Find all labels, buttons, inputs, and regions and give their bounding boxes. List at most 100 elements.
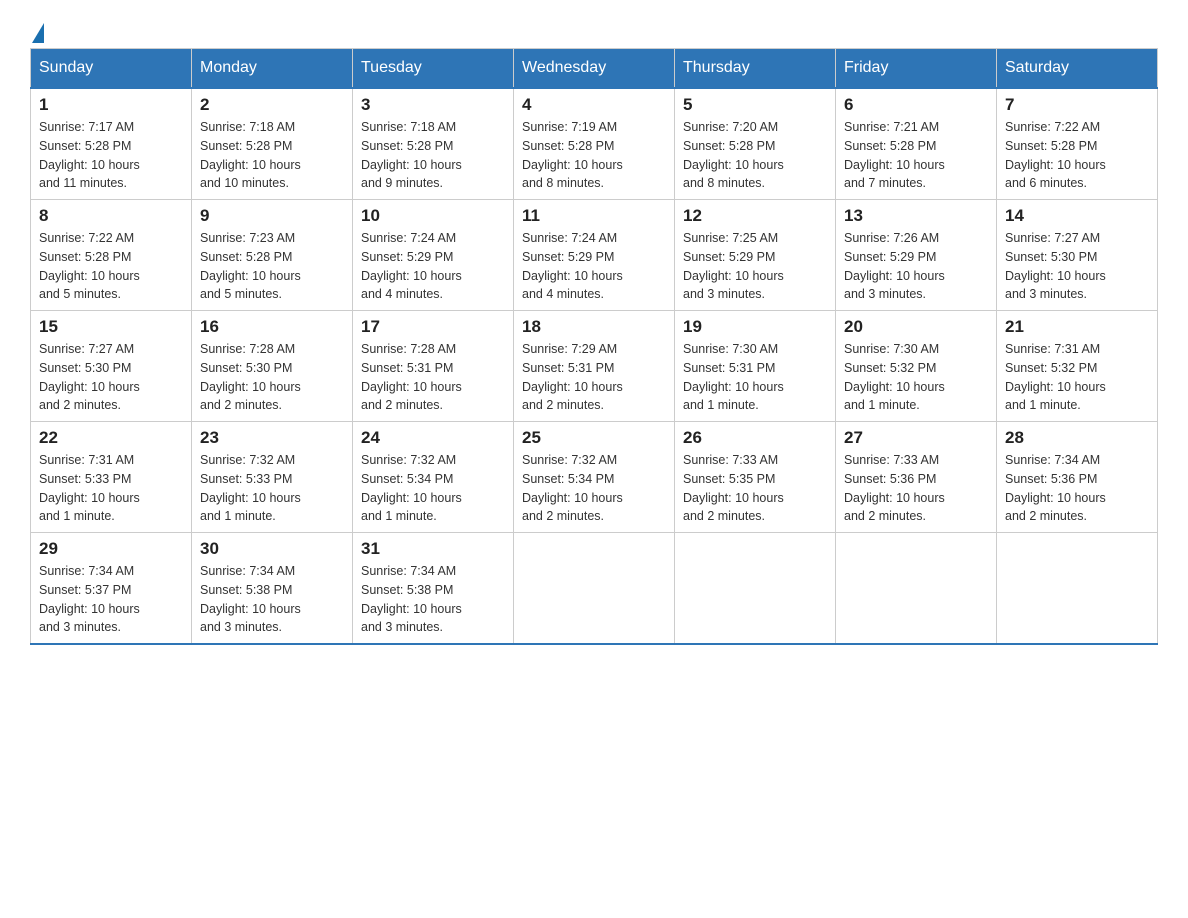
col-header-saturday: Saturday <box>997 49 1158 89</box>
day-info: Sunrise: 7:33 AMSunset: 5:35 PMDaylight:… <box>683 451 827 526</box>
day-number: 22 <box>39 428 183 448</box>
calendar-cell: 26 Sunrise: 7:33 AMSunset: 5:35 PMDaylig… <box>675 422 836 533</box>
calendar-cell: 4 Sunrise: 7:19 AMSunset: 5:28 PMDayligh… <box>514 88 675 200</box>
calendar-cell <box>514 533 675 645</box>
calendar-table: SundayMondayTuesdayWednesdayThursdayFrid… <box>30 48 1158 645</box>
day-info: Sunrise: 7:33 AMSunset: 5:36 PMDaylight:… <box>844 451 988 526</box>
day-info: Sunrise: 7:23 AMSunset: 5:28 PMDaylight:… <box>200 229 344 304</box>
calendar-cell: 7 Sunrise: 7:22 AMSunset: 5:28 PMDayligh… <box>997 88 1158 200</box>
week-row-4: 22 Sunrise: 7:31 AMSunset: 5:33 PMDaylig… <box>31 422 1158 533</box>
day-info: Sunrise: 7:25 AMSunset: 5:29 PMDaylight:… <box>683 229 827 304</box>
calendar-cell <box>675 533 836 645</box>
calendar-cell: 5 Sunrise: 7:20 AMSunset: 5:28 PMDayligh… <box>675 88 836 200</box>
day-info: Sunrise: 7:17 AMSunset: 5:28 PMDaylight:… <box>39 118 183 193</box>
day-number: 12 <box>683 206 827 226</box>
day-number: 27 <box>844 428 988 448</box>
calendar-cell: 15 Sunrise: 7:27 AMSunset: 5:30 PMDaylig… <box>31 311 192 422</box>
logo-triangle-icon <box>32 23 44 43</box>
day-info: Sunrise: 7:20 AMSunset: 5:28 PMDaylight:… <box>683 118 827 193</box>
calendar-cell: 10 Sunrise: 7:24 AMSunset: 5:29 PMDaylig… <box>353 200 514 311</box>
calendar-cell: 30 Sunrise: 7:34 AMSunset: 5:38 PMDaylig… <box>192 533 353 645</box>
calendar-cell: 11 Sunrise: 7:24 AMSunset: 5:29 PMDaylig… <box>514 200 675 311</box>
week-row-2: 8 Sunrise: 7:22 AMSunset: 5:28 PMDayligh… <box>31 200 1158 311</box>
day-info: Sunrise: 7:22 AMSunset: 5:28 PMDaylight:… <box>39 229 183 304</box>
calendar-cell: 23 Sunrise: 7:32 AMSunset: 5:33 PMDaylig… <box>192 422 353 533</box>
day-info: Sunrise: 7:32 AMSunset: 5:34 PMDaylight:… <box>361 451 505 526</box>
day-number: 20 <box>844 317 988 337</box>
calendar-cell: 25 Sunrise: 7:32 AMSunset: 5:34 PMDaylig… <box>514 422 675 533</box>
day-number: 11 <box>522 206 666 226</box>
day-number: 19 <box>683 317 827 337</box>
day-number: 10 <box>361 206 505 226</box>
day-info: Sunrise: 7:32 AMSunset: 5:33 PMDaylight:… <box>200 451 344 526</box>
day-number: 15 <box>39 317 183 337</box>
calendar-cell: 19 Sunrise: 7:30 AMSunset: 5:31 PMDaylig… <box>675 311 836 422</box>
col-header-friday: Friday <box>836 49 997 89</box>
calendar-cell: 13 Sunrise: 7:26 AMSunset: 5:29 PMDaylig… <box>836 200 997 311</box>
week-row-5: 29 Sunrise: 7:34 AMSunset: 5:37 PMDaylig… <box>31 533 1158 645</box>
calendar-cell: 31 Sunrise: 7:34 AMSunset: 5:38 PMDaylig… <box>353 533 514 645</box>
day-info: Sunrise: 7:34 AMSunset: 5:36 PMDaylight:… <box>1005 451 1149 526</box>
calendar-cell: 16 Sunrise: 7:28 AMSunset: 5:30 PMDaylig… <box>192 311 353 422</box>
day-info: Sunrise: 7:31 AMSunset: 5:32 PMDaylight:… <box>1005 340 1149 415</box>
week-row-3: 15 Sunrise: 7:27 AMSunset: 5:30 PMDaylig… <box>31 311 1158 422</box>
day-number: 17 <box>361 317 505 337</box>
day-info: Sunrise: 7:30 AMSunset: 5:31 PMDaylight:… <box>683 340 827 415</box>
day-info: Sunrise: 7:28 AMSunset: 5:31 PMDaylight:… <box>361 340 505 415</box>
day-info: Sunrise: 7:27 AMSunset: 5:30 PMDaylight:… <box>1005 229 1149 304</box>
logo-text <box>30 20 46 46</box>
calendar-cell: 27 Sunrise: 7:33 AMSunset: 5:36 PMDaylig… <box>836 422 997 533</box>
col-header-monday: Monday <box>192 49 353 89</box>
day-number: 13 <box>844 206 988 226</box>
day-number: 26 <box>683 428 827 448</box>
day-info: Sunrise: 7:18 AMSunset: 5:28 PMDaylight:… <box>200 118 344 193</box>
calendar-cell: 24 Sunrise: 7:32 AMSunset: 5:34 PMDaylig… <box>353 422 514 533</box>
week-row-1: 1 Sunrise: 7:17 AMSunset: 5:28 PMDayligh… <box>31 88 1158 200</box>
day-info: Sunrise: 7:32 AMSunset: 5:34 PMDaylight:… <box>522 451 666 526</box>
day-info: Sunrise: 7:22 AMSunset: 5:28 PMDaylight:… <box>1005 118 1149 193</box>
calendar-cell <box>836 533 997 645</box>
logo <box>30 20 46 38</box>
day-number: 29 <box>39 539 183 559</box>
day-number: 25 <box>522 428 666 448</box>
day-info: Sunrise: 7:34 AMSunset: 5:38 PMDaylight:… <box>200 562 344 637</box>
day-number: 23 <box>200 428 344 448</box>
day-number: 3 <box>361 95 505 115</box>
day-number: 1 <box>39 95 183 115</box>
calendar-cell: 20 Sunrise: 7:30 AMSunset: 5:32 PMDaylig… <box>836 311 997 422</box>
day-number: 5 <box>683 95 827 115</box>
col-header-thursday: Thursday <box>675 49 836 89</box>
day-number: 28 <box>1005 428 1149 448</box>
day-info: Sunrise: 7:24 AMSunset: 5:29 PMDaylight:… <box>522 229 666 304</box>
day-info: Sunrise: 7:19 AMSunset: 5:28 PMDaylight:… <box>522 118 666 193</box>
day-number: 30 <box>200 539 344 559</box>
calendar-cell: 14 Sunrise: 7:27 AMSunset: 5:30 PMDaylig… <box>997 200 1158 311</box>
day-number: 2 <box>200 95 344 115</box>
calendar-cell: 18 Sunrise: 7:29 AMSunset: 5:31 PMDaylig… <box>514 311 675 422</box>
day-number: 9 <box>200 206 344 226</box>
calendar-cell: 1 Sunrise: 7:17 AMSunset: 5:28 PMDayligh… <box>31 88 192 200</box>
col-header-wednesday: Wednesday <box>514 49 675 89</box>
day-info: Sunrise: 7:26 AMSunset: 5:29 PMDaylight:… <box>844 229 988 304</box>
day-number: 8 <box>39 206 183 226</box>
day-info: Sunrise: 7:27 AMSunset: 5:30 PMDaylight:… <box>39 340 183 415</box>
day-number: 16 <box>200 317 344 337</box>
day-number: 18 <box>522 317 666 337</box>
calendar-cell <box>997 533 1158 645</box>
calendar-cell: 28 Sunrise: 7:34 AMSunset: 5:36 PMDaylig… <box>997 422 1158 533</box>
calendar-cell: 9 Sunrise: 7:23 AMSunset: 5:28 PMDayligh… <box>192 200 353 311</box>
day-info: Sunrise: 7:21 AMSunset: 5:28 PMDaylight:… <box>844 118 988 193</box>
page-header <box>30 20 1158 38</box>
day-number: 21 <box>1005 317 1149 337</box>
col-header-sunday: Sunday <box>31 49 192 89</box>
day-number: 14 <box>1005 206 1149 226</box>
day-info: Sunrise: 7:18 AMSunset: 5:28 PMDaylight:… <box>361 118 505 193</box>
calendar-cell: 12 Sunrise: 7:25 AMSunset: 5:29 PMDaylig… <box>675 200 836 311</box>
day-info: Sunrise: 7:28 AMSunset: 5:30 PMDaylight:… <box>200 340 344 415</box>
day-info: Sunrise: 7:31 AMSunset: 5:33 PMDaylight:… <box>39 451 183 526</box>
day-number: 31 <box>361 539 505 559</box>
calendar-cell: 29 Sunrise: 7:34 AMSunset: 5:37 PMDaylig… <box>31 533 192 645</box>
calendar-cell: 6 Sunrise: 7:21 AMSunset: 5:28 PMDayligh… <box>836 88 997 200</box>
calendar-cell: 22 Sunrise: 7:31 AMSunset: 5:33 PMDaylig… <box>31 422 192 533</box>
calendar-cell: 3 Sunrise: 7:18 AMSunset: 5:28 PMDayligh… <box>353 88 514 200</box>
